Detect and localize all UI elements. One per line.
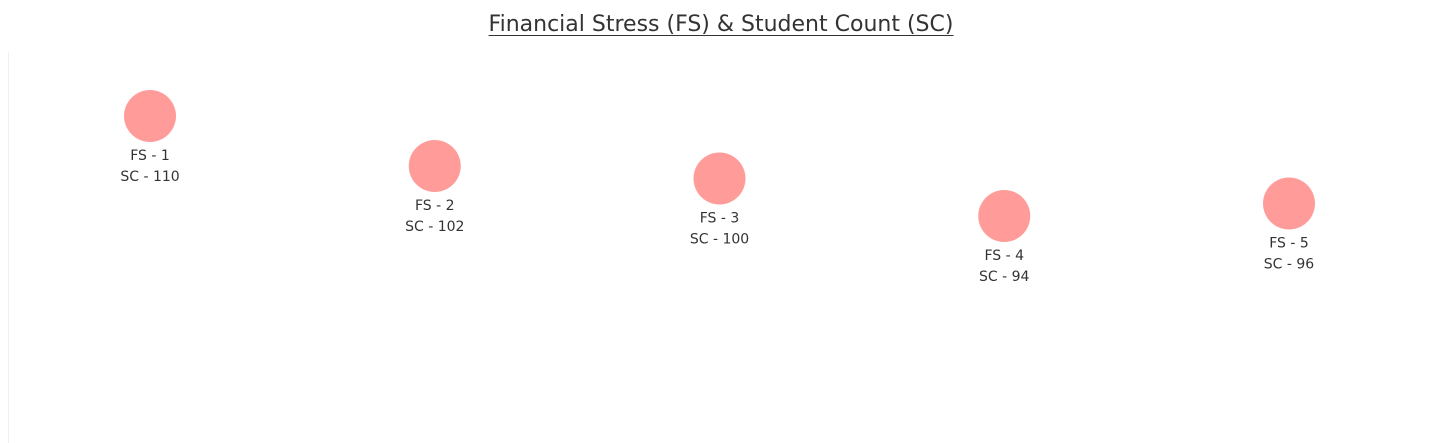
data-point-fs-5[interactable]: FS - 5 SC - 96	[1263, 177, 1315, 273]
data-label-fs: FS - 1	[130, 148, 170, 164]
data-point-fs-1[interactable]: FS - 1 SC - 110	[120, 90, 180, 185]
data-label-sc: SC - 110	[120, 169, 179, 185]
data-label-sc: SC - 96	[1264, 257, 1315, 273]
data-label-fs: FS - 2	[415, 198, 455, 214]
data-point-circle[interactable]	[693, 152, 746, 205]
data-label-fs: FS - 3	[700, 211, 740, 227]
data-point-circle[interactable]	[124, 90, 176, 142]
data-point-fs-4[interactable]: FS - 4 SC - 94	[978, 190, 1031, 285]
data-label-sc: SC - 100	[690, 232, 749, 248]
data-label-fs: FS - 5	[1269, 236, 1309, 252]
data-point-circle[interactable]	[408, 140, 461, 192]
data-point-circle[interactable]	[978, 190, 1031, 242]
chart-plot-area: FS - 1 SC - 110 FS - 2 SC - 102 FS - 3 SC - 1…	[120, 90, 1315, 285]
data-label-sc: SC - 102	[405, 219, 464, 235]
data-point-circle[interactable]	[1263, 177, 1315, 230]
data-point-fs-3[interactable]: FS - 3 SC - 100	[690, 152, 749, 248]
data-label-sc: SC - 94	[979, 269, 1030, 285]
data-label-fs: FS - 4	[984, 248, 1024, 264]
data-point-fs-2[interactable]: FS - 2 SC - 102	[405, 140, 464, 235]
